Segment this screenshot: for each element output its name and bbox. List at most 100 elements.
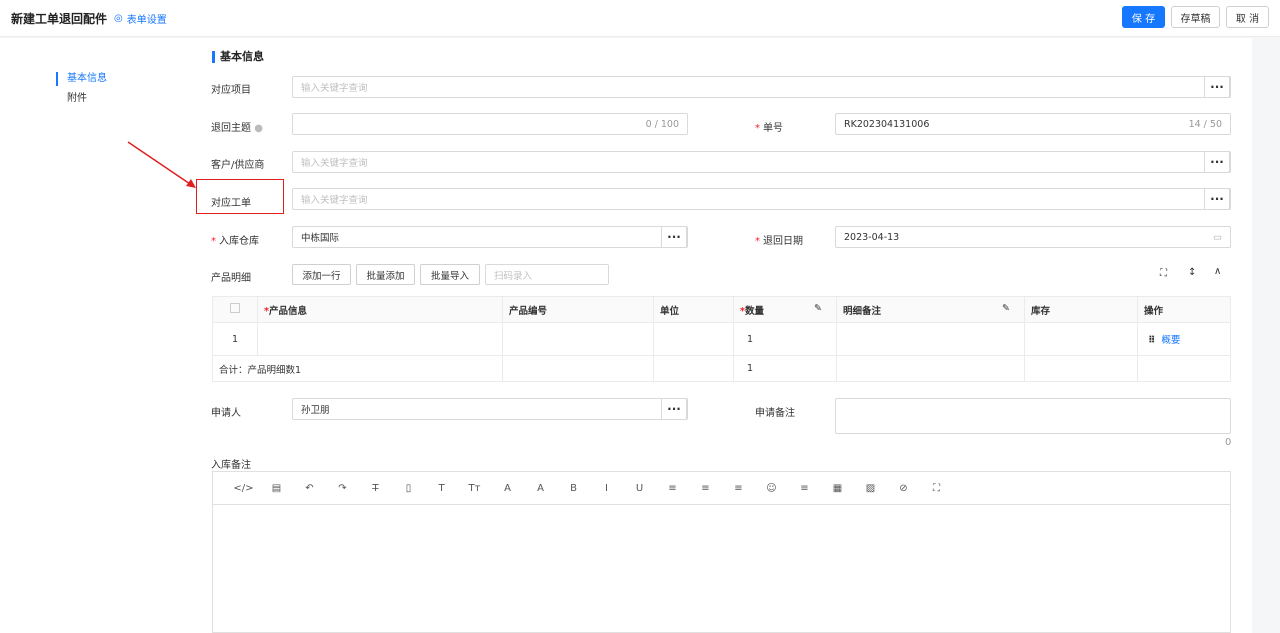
file-icon[interactable]: ▯ [392,483,425,494]
number-value: RK202304131006 [844,118,930,130]
header-quantity: *数量 ✎ [733,296,837,323]
align-right-icon[interactable]: ≡ [722,483,755,494]
warehouse-label: * 入库仓库 [211,232,259,247]
batch-import-button[interactable]: 批量导入 [420,264,480,285]
section-title: 基本信息 [212,51,264,63]
apply-note-textarea[interactable] [835,398,1231,434]
apply-note-label: 申请备注 [755,408,795,419]
applicant-value: 孙卫朋 [301,405,330,416]
attach-icon[interactable]: ⊘ [887,483,920,494]
warehouse-label-text: 入库仓库 [219,236,259,247]
form-settings-link[interactable]: ◎ 表单设置 [114,11,167,26]
overview-link[interactable]: 概要 [1161,335,1180,346]
add-row-button[interactable]: 添加一行 [292,264,351,285]
table-row: 1 1 ⠿ 概要 [212,322,1231,356]
applicant-input[interactable]: 孙卫朋 ··· [292,398,688,420]
align-center-icon[interactable]: ≡ [689,483,722,494]
table-header: *产品信息 产品编号 单位 *数量 ✎ 明细备注 ✎ 库存 操作 [212,296,1231,323]
font-size-icon[interactable]: Tт [458,483,491,494]
settings-icon: ◎ [114,13,123,24]
chevron-up-icon[interactable]: ∧ [1214,266,1221,277]
required-mark: * [211,236,216,247]
summary-quantity: 1 [733,355,837,382]
save-button[interactable]: 保 存 [1122,6,1165,28]
header-stock: 库存 [1024,296,1138,323]
return-date-label: * 退回日期 [755,232,803,247]
bg-color-icon[interactable]: A [524,483,557,494]
number-input[interactable]: RK202304131006 14 / 50 [835,113,1231,135]
editor-toolbar: </> ▤ ↶ ↷ T̶ ▯ T Tт A A B I U ≡ ≡ ≡ ☺ ≡ ▦ ▨ ⊘ ⛶ [213,472,1230,505]
project-input[interactable]: 输入关键字查询 ··· [292,76,1231,98]
italic-icon[interactable]: I [590,483,623,494]
warehouse-more-button[interactable]: ··· [661,226,687,248]
summary-empty [836,355,1025,382]
select-all-checkbox[interactable] [212,296,258,323]
table-icon[interactable]: ▤ [260,483,293,494]
strikethrough-icon[interactable]: T̶ [359,483,392,494]
emoji-icon[interactable]: ☺ [755,483,788,494]
header-label: 数量 [744,305,764,317]
edit-icon[interactable]: ✎ [1002,303,1010,314]
number-label-text: 单号 [763,123,783,134]
bold-icon[interactable]: B [557,483,590,494]
fullscreen-icon[interactable]: ⛶ [920,483,953,494]
rich-text-editor[interactable]: </> ▤ ↶ ↷ T̶ ▯ T Tт A A B I U ≡ ≡ ≡ ☺ ≡ ▦ ▨ ⊘ ⛶ [212,471,1231,633]
font-color-icon[interactable]: A [491,483,524,494]
project-label: 对应项目 [211,85,251,96]
row-index: 1 [212,322,258,356]
applicant-label: 申请人 [211,408,241,419]
header-product-info: *产品信息 [257,296,503,323]
workorder-input[interactable]: 输入关键字查询 ··· [292,188,1231,210]
drag-handle-icon[interactable]: ⠿ [1148,335,1155,346]
fullscreen-icon[interactable]: ⛶ [1160,268,1167,279]
calendar-icon: ▭ [1213,231,1222,243]
return-date-value: 2023-04-13 [844,231,900,243]
project-more-button[interactable]: ··· [1204,76,1230,98]
sidebar-item-basic-info[interactable]: 基本信息 [56,72,107,86]
header-actions: 操作 [1137,296,1231,323]
undo-icon[interactable]: ↶ [293,483,326,494]
applicant-more-button[interactable]: ··· [661,398,687,420]
return-date-input[interactable]: 2023-04-13 ▭ [835,226,1231,248]
edit-icon[interactable]: ✎ [814,303,822,314]
apply-note-count: 0 [1225,437,1232,448]
scan-input[interactable]: 扫码录入 [485,264,609,285]
text-icon[interactable]: T [425,483,458,494]
customer-input[interactable]: 输入关键字查询 ··· [292,151,1231,173]
subject-label-text: 退回主题 [211,123,251,134]
product-info-cell[interactable] [257,322,503,356]
products-label: 产品明细 [211,273,251,284]
underline-icon[interactable]: U [623,483,656,494]
main-form: 基本信息 对应项目 输入关键字查询 ··· 退回主题 ● 0 / 100 * 单号… [190,38,1252,633]
summary-empty [502,355,654,382]
summary-empty [653,355,734,382]
workorder-more-button[interactable]: ··· [1204,188,1230,210]
redo-icon[interactable]: ↷ [326,483,359,494]
required-mark: * [755,236,760,247]
quantity-cell[interactable]: 1 [733,322,837,356]
stock-cell [1024,322,1138,356]
page-title: 新建工单退回配件 [11,12,108,26]
resize-icon[interactable]: ↕ [1188,267,1196,278]
warehouse-input[interactable]: 中栋国际 ··· [292,226,688,248]
batch-add-button[interactable]: 批量添加 [356,264,415,285]
save-draft-button[interactable]: 存草稿 [1171,6,1220,28]
header-product-code: 产品编号 [502,296,654,323]
hr-icon[interactable]: ≡ [788,483,821,494]
scan-placeholder: 扫码录入 [494,270,533,282]
sidebar-nav: 基本信息 附件 [0,38,190,633]
grid-icon[interactable]: ▦ [821,483,854,494]
detail-note-cell[interactable] [836,322,1025,356]
subject-input[interactable]: 0 / 100 [292,113,688,135]
help-icon[interactable]: ● [254,123,263,134]
unit-cell [653,322,734,356]
customer-more-button[interactable]: ··· [1204,151,1230,173]
annotation-highlight-box [196,179,284,214]
image-icon[interactable]: ▨ [854,483,887,494]
required-mark: * [755,123,760,134]
summary-label: 合计：产品明细数1 [212,355,503,382]
cancel-button[interactable]: 取 消 [1226,6,1269,28]
code-icon[interactable]: </> [227,483,260,494]
align-left-icon[interactable]: ≡ [656,483,689,494]
sidebar-item-attachments[interactable]: 附件 [56,92,87,106]
